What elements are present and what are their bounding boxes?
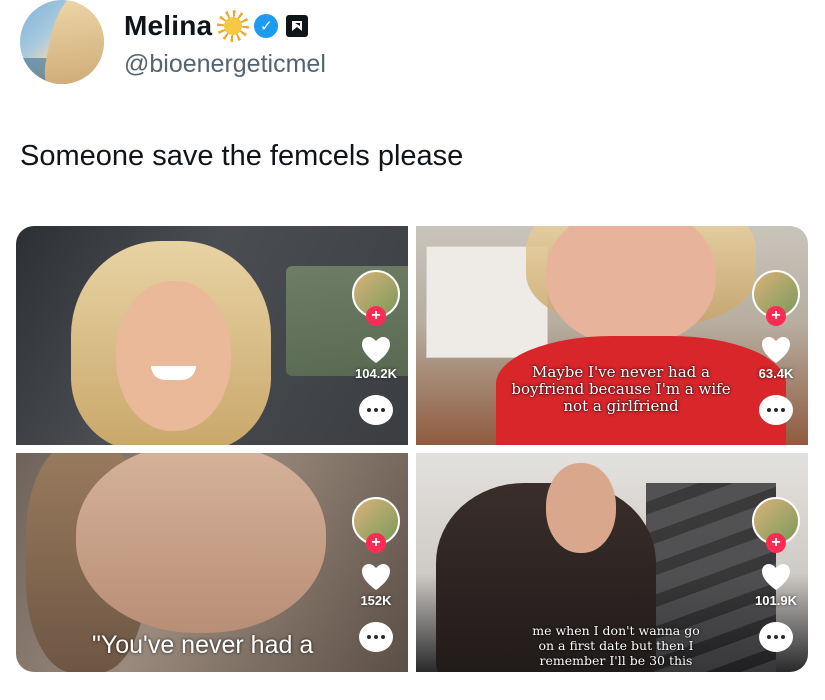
- media-tile-1[interactable]: + 104.2K: [16, 226, 408, 445]
- author-handle[interactable]: @bioenergeticmel: [124, 50, 326, 79]
- comment-icon[interactable]: [359, 622, 393, 652]
- label-badge-glyph: [292, 21, 303, 31]
- person-face: [546, 463, 616, 553]
- media-grid: + 104.2K Maybe I've never had a boyfrien…: [16, 226, 808, 672]
- media-tile-2[interactable]: Maybe I've never had a boyfriend because…: [416, 226, 808, 445]
- heart-icon[interactable]: [761, 563, 791, 591]
- author-name-row: Melina ✓: [124, 10, 309, 42]
- creator-avatar[interactable]: +: [752, 270, 800, 326]
- tweet-text: Someone save the femcels please: [20, 140, 464, 172]
- video-caption: me when I don't wanna go on a first date…: [532, 623, 700, 668]
- heart-icon[interactable]: [361, 563, 391, 591]
- person-smile: [151, 366, 196, 380]
- like-count: 152K: [360, 593, 392, 608]
- like-count: 101.9K: [755, 593, 797, 608]
- creator-avatar[interactable]: +: [752, 497, 800, 553]
- media-tile-4[interactable]: me when I don't wanna go on a first date…: [416, 453, 808, 672]
- tiktok-sidebar: + 101.9K: [752, 497, 800, 652]
- heart-icon[interactable]: [361, 336, 391, 364]
- author-display-name[interactable]: Melina: [124, 10, 212, 42]
- like-count: 63.4K: [758, 366, 794, 381]
- follow-plus-icon[interactable]: +: [766, 533, 786, 553]
- heart-icon[interactable]: [761, 336, 791, 364]
- sun-emoji-icon: [217, 10, 250, 42]
- follow-plus-icon[interactable]: +: [766, 306, 786, 326]
- like-count: 104.2K: [355, 366, 397, 381]
- tiktok-sidebar: + 104.2K: [352, 270, 400, 425]
- tweet-header: Melina ✓ @bioenergeticmel: [20, 0, 800, 90]
- tiktok-sidebar: + 63.4K: [752, 270, 800, 425]
- comment-icon[interactable]: [759, 395, 793, 425]
- author-avatar[interactable]: [20, 0, 104, 84]
- comment-icon[interactable]: [359, 395, 393, 425]
- creator-avatar[interactable]: +: [352, 497, 400, 553]
- creator-avatar[interactable]: +: [352, 270, 400, 326]
- media-tile-3[interactable]: "You've never had a + 152K: [16, 453, 408, 672]
- comment-icon[interactable]: [759, 622, 793, 652]
- person-face: [76, 453, 326, 633]
- label-badge-icon[interactable]: [286, 15, 309, 37]
- video-caption: Maybe I've never had a boyfriend because…: [511, 363, 731, 415]
- follow-plus-icon[interactable]: +: [366, 533, 386, 553]
- person-face: [546, 226, 716, 346]
- person-face: [116, 281, 231, 431]
- follow-plus-icon[interactable]: +: [366, 306, 386, 326]
- tiktok-sidebar: + 152K: [352, 497, 400, 652]
- verified-check-icon[interactable]: ✓: [254, 14, 279, 38]
- video-caption: "You've never had a: [92, 631, 314, 659]
- avatar-hair: [39, 0, 104, 84]
